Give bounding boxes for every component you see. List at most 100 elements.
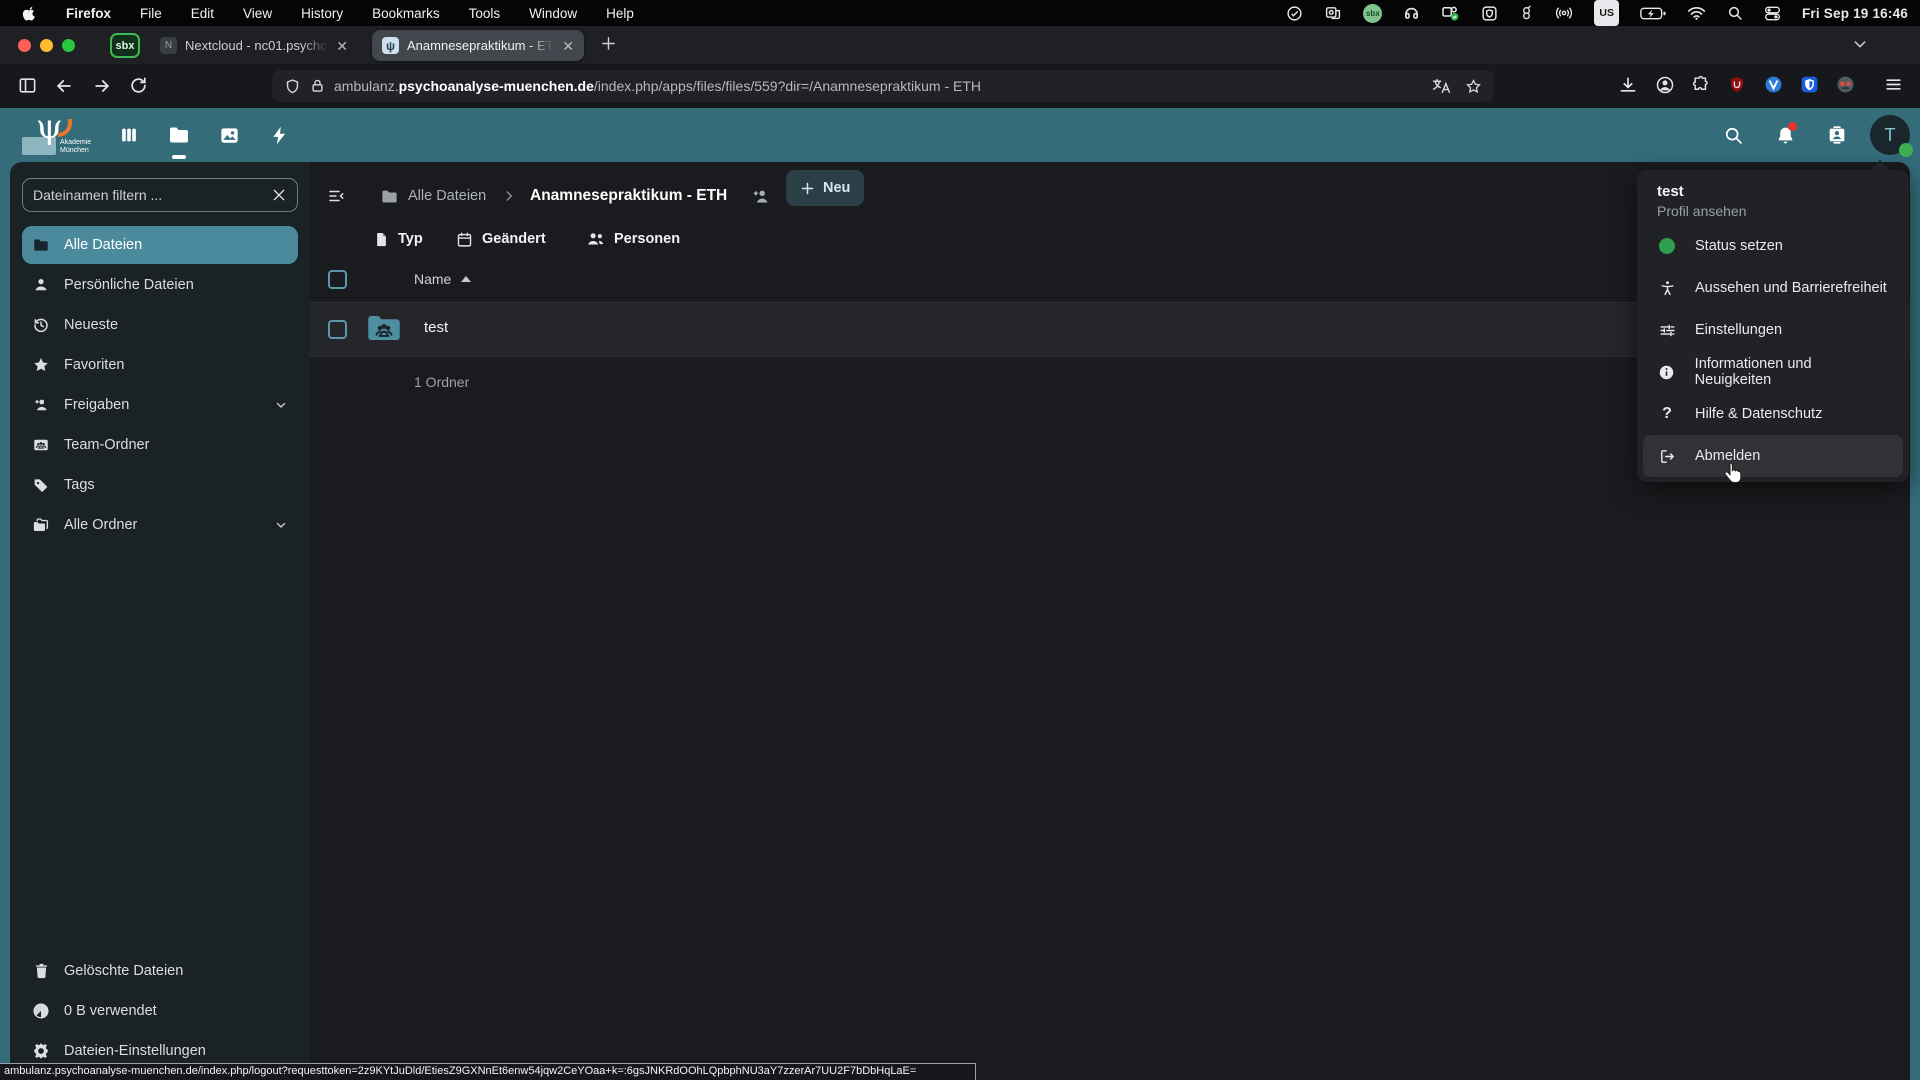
menu-item-hilfe[interactable]: ? Hilfe & Datenschutz bbox=[1643, 393, 1903, 435]
share-folder-icon[interactable] bbox=[750, 187, 772, 206]
menubar-view[interactable]: View bbox=[243, 6, 272, 21]
menu-item-status-setzen[interactable]: Status setzen bbox=[1643, 225, 1903, 267]
sidebar-item-team-ordner[interactable]: Team-Ordner bbox=[22, 426, 298, 464]
tab-close-icon[interactable]: ✕ bbox=[336, 39, 348, 53]
interlock-icon[interactable] bbox=[1519, 0, 1534, 26]
filename-filter-box[interactable] bbox=[22, 178, 298, 212]
sidebar-toggle-icon[interactable] bbox=[18, 76, 37, 95]
app-menu-hamburger-icon[interactable] bbox=[1884, 75, 1903, 94]
bookmark-star-icon[interactable] bbox=[1465, 78, 1482, 95]
activity-app-icon[interactable] bbox=[254, 108, 304, 162]
files-app-icon[interactable] bbox=[154, 108, 204, 162]
contacts-icon[interactable] bbox=[1818, 116, 1856, 154]
teams-icon[interactable] bbox=[1441, 0, 1460, 26]
downloads-icon[interactable] bbox=[1618, 75, 1638, 95]
menubar-history[interactable]: History bbox=[301, 6, 343, 21]
notifications-bell-icon[interactable] bbox=[1766, 116, 1804, 154]
new-tab-button[interactable] bbox=[600, 35, 617, 52]
extensions-puzzle-icon[interactable] bbox=[1692, 75, 1711, 94]
photos-app-icon[interactable] bbox=[204, 108, 254, 162]
menubar-bookmarks[interactable]: Bookmarks bbox=[372, 6, 440, 21]
avatar[interactable]: T bbox=[1870, 115, 1910, 155]
apple-icon[interactable] bbox=[22, 5, 37, 22]
breadcrumb-root[interactable]: Alle Dateien bbox=[408, 188, 486, 204]
minimize-window-button[interactable] bbox=[40, 39, 53, 52]
breadcrumb-folder-icon[interactable] bbox=[380, 187, 399, 206]
dashboard-app-icon[interactable] bbox=[104, 108, 154, 162]
sidebar-item-alle-ordner[interactable]: Alle Ordner bbox=[22, 506, 298, 544]
new-button[interactable]: Neu bbox=[786, 170, 864, 206]
back-icon[interactable] bbox=[54, 76, 74, 96]
sbx-status-icon[interactable]: sbx bbox=[1363, 4, 1382, 23]
close-window-button[interactable] bbox=[18, 39, 31, 52]
menu-item-informationen[interactable]: Informationen und Neuigkeiten bbox=[1643, 351, 1903, 393]
chevron-down-icon[interactable] bbox=[274, 398, 288, 412]
shield-box-icon[interactable] bbox=[1481, 0, 1498, 26]
user-menu-header[interactable]: test Profil ansehen bbox=[1637, 170, 1909, 219]
menubar-window[interactable]: Window bbox=[529, 6, 577, 21]
battery-icon[interactable] bbox=[1640, 0, 1666, 26]
tab-anamnesepraktikum[interactable]: ψ Anamnesepraktikum - ETH - All ✕ bbox=[372, 30, 584, 61]
tab-nextcloud-login[interactable]: N Nextcloud - nc01.psychoanalyse ✕ bbox=[150, 30, 358, 61]
airdrop-icon[interactable] bbox=[1555, 0, 1573, 26]
help-icon: ? bbox=[1657, 405, 1677, 423]
fullscreen-window-button[interactable] bbox=[62, 39, 75, 52]
unified-search-icon[interactable] bbox=[1714, 116, 1752, 154]
row-checkbox[interactable] bbox=[328, 320, 347, 339]
tab-close-icon[interactable]: ✕ bbox=[562, 39, 574, 53]
akademie-muenchen-logo[interactable]: ψ AkademieMünchen bbox=[18, 111, 102, 159]
filter-chip-typ[interactable]: Typ bbox=[374, 231, 423, 248]
filter-chip-geaendert[interactable]: Geändert bbox=[456, 231, 546, 248]
sidebar-item-alle-dateien[interactable]: Alle Dateien bbox=[22, 226, 298, 264]
select-all-checkbox[interactable] bbox=[328, 270, 347, 289]
ublock-icon[interactable] bbox=[1728, 75, 1746, 94]
menu-item-einstellungen[interactable]: Einstellungen bbox=[1643, 309, 1903, 351]
menubar-file[interactable]: File bbox=[140, 6, 162, 21]
tracking-shield-icon[interactable] bbox=[284, 78, 301, 95]
sidebar-item-neueste[interactable]: Neueste bbox=[22, 306, 298, 344]
collapse-sidebar-icon[interactable] bbox=[326, 187, 346, 205]
shared-folder-icon[interactable] bbox=[366, 312, 402, 344]
menu-item-aussehen[interactable]: Aussehen und Barrierefreiheit bbox=[1643, 267, 1903, 309]
menu-item-abmelden[interactable]: Abmelden bbox=[1643, 435, 1903, 477]
goggles-extension-icon[interactable] bbox=[1836, 75, 1855, 94]
menubar-clock[interactable]: Fri Sep 19 16:46 bbox=[1802, 0, 1908, 26]
bitwarden-icon[interactable] bbox=[1800, 75, 1819, 94]
view-profile-link[interactable]: Profil ansehen bbox=[1657, 203, 1889, 219]
sidebar-item-quota[interactable]: 0 B verwendet bbox=[22, 992, 298, 1030]
menubar-help[interactable]: Help bbox=[606, 6, 634, 21]
spotlight-search-icon[interactable] bbox=[1727, 0, 1743, 26]
menubar-tools[interactable]: Tools bbox=[469, 6, 501, 21]
checkmark-circle-icon[interactable] bbox=[1286, 0, 1303, 26]
current-folder-title[interactable]: Anamnesepraktikum - ETH bbox=[530, 187, 727, 205]
keyboard-layout-badge[interactable]: US bbox=[1594, 0, 1619, 26]
control-center-icon[interactable] bbox=[1764, 0, 1781, 26]
wifi-icon[interactable] bbox=[1687, 0, 1706, 26]
url-text[interactable]: ambulanz.psychoanalyse-muenchen.de/index… bbox=[334, 78, 981, 94]
clear-filter-icon[interactable] bbox=[271, 187, 287, 203]
sidebar-item-geloeschte-dateien[interactable]: Gelöschte Dateien bbox=[22, 952, 298, 990]
menubar-firefox[interactable]: Firefox bbox=[66, 6, 111, 21]
list-tabs-chevron-icon[interactable] bbox=[1852, 36, 1868, 52]
filter-chip-personen[interactable]: Personen bbox=[586, 231, 680, 247]
name-column-header[interactable]: Name bbox=[414, 271, 471, 287]
menubar-edit[interactable]: Edit bbox=[191, 6, 214, 21]
menubar-status-area: sbx US bbox=[1286, 0, 1920, 26]
url-bar[interactable]: ambulanz.psychoanalyse-muenchen.de/index… bbox=[272, 70, 1494, 102]
tab-group-badge[interactable]: sbx bbox=[110, 33, 140, 58]
sidebar-item-tags[interactable]: Tags bbox=[22, 466, 298, 504]
lock-icon[interactable] bbox=[310, 78, 325, 94]
sidebar-item-favoriten[interactable]: Favoriten bbox=[22, 346, 298, 384]
sidebar-item-persoenliche-dateien[interactable]: Persönliche Dateien bbox=[22, 266, 298, 304]
outlook-icon[interactable] bbox=[1324, 0, 1342, 26]
chevron-down-icon[interactable] bbox=[274, 518, 288, 532]
account-icon[interactable] bbox=[1655, 75, 1675, 95]
file-name[interactable]: test bbox=[424, 319, 448, 336]
vimium-icon[interactable] bbox=[1764, 75, 1783, 94]
filename-filter-input[interactable] bbox=[33, 187, 271, 203]
translate-icon[interactable] bbox=[1432, 78, 1451, 94]
forward-icon[interactable] bbox=[92, 76, 112, 96]
reload-icon[interactable] bbox=[129, 76, 148, 95]
headphones-icon[interactable] bbox=[1403, 0, 1420, 26]
sidebar-item-freigaben[interactable]: Freigaben bbox=[22, 386, 298, 424]
